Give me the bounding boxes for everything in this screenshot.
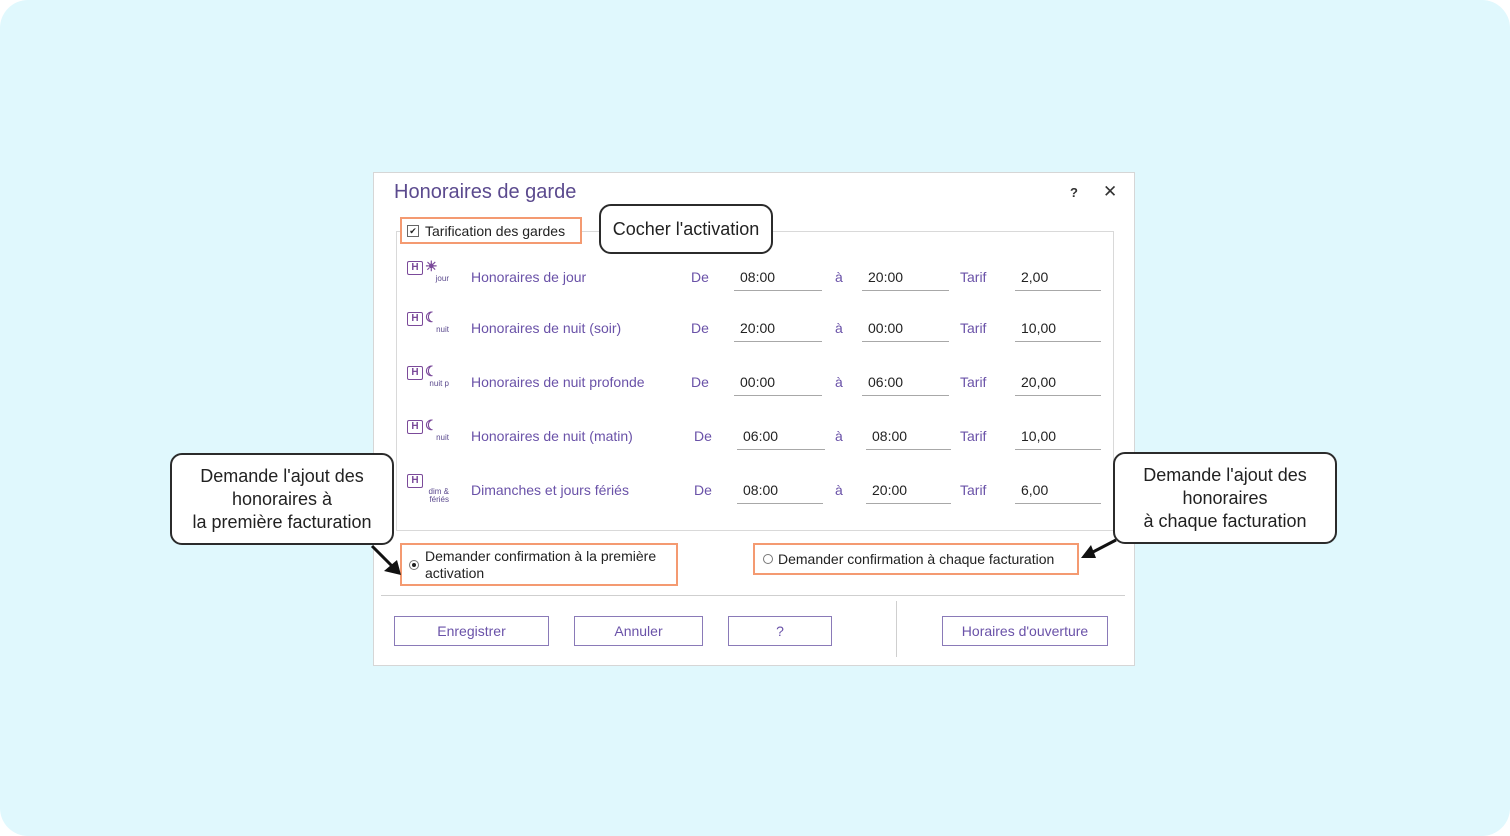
arrow-each-billing-icon <box>1081 538 1117 558</box>
callout-arrows <box>370 538 1117 575</box>
arrow-first-billing-icon <box>370 544 401 575</box>
